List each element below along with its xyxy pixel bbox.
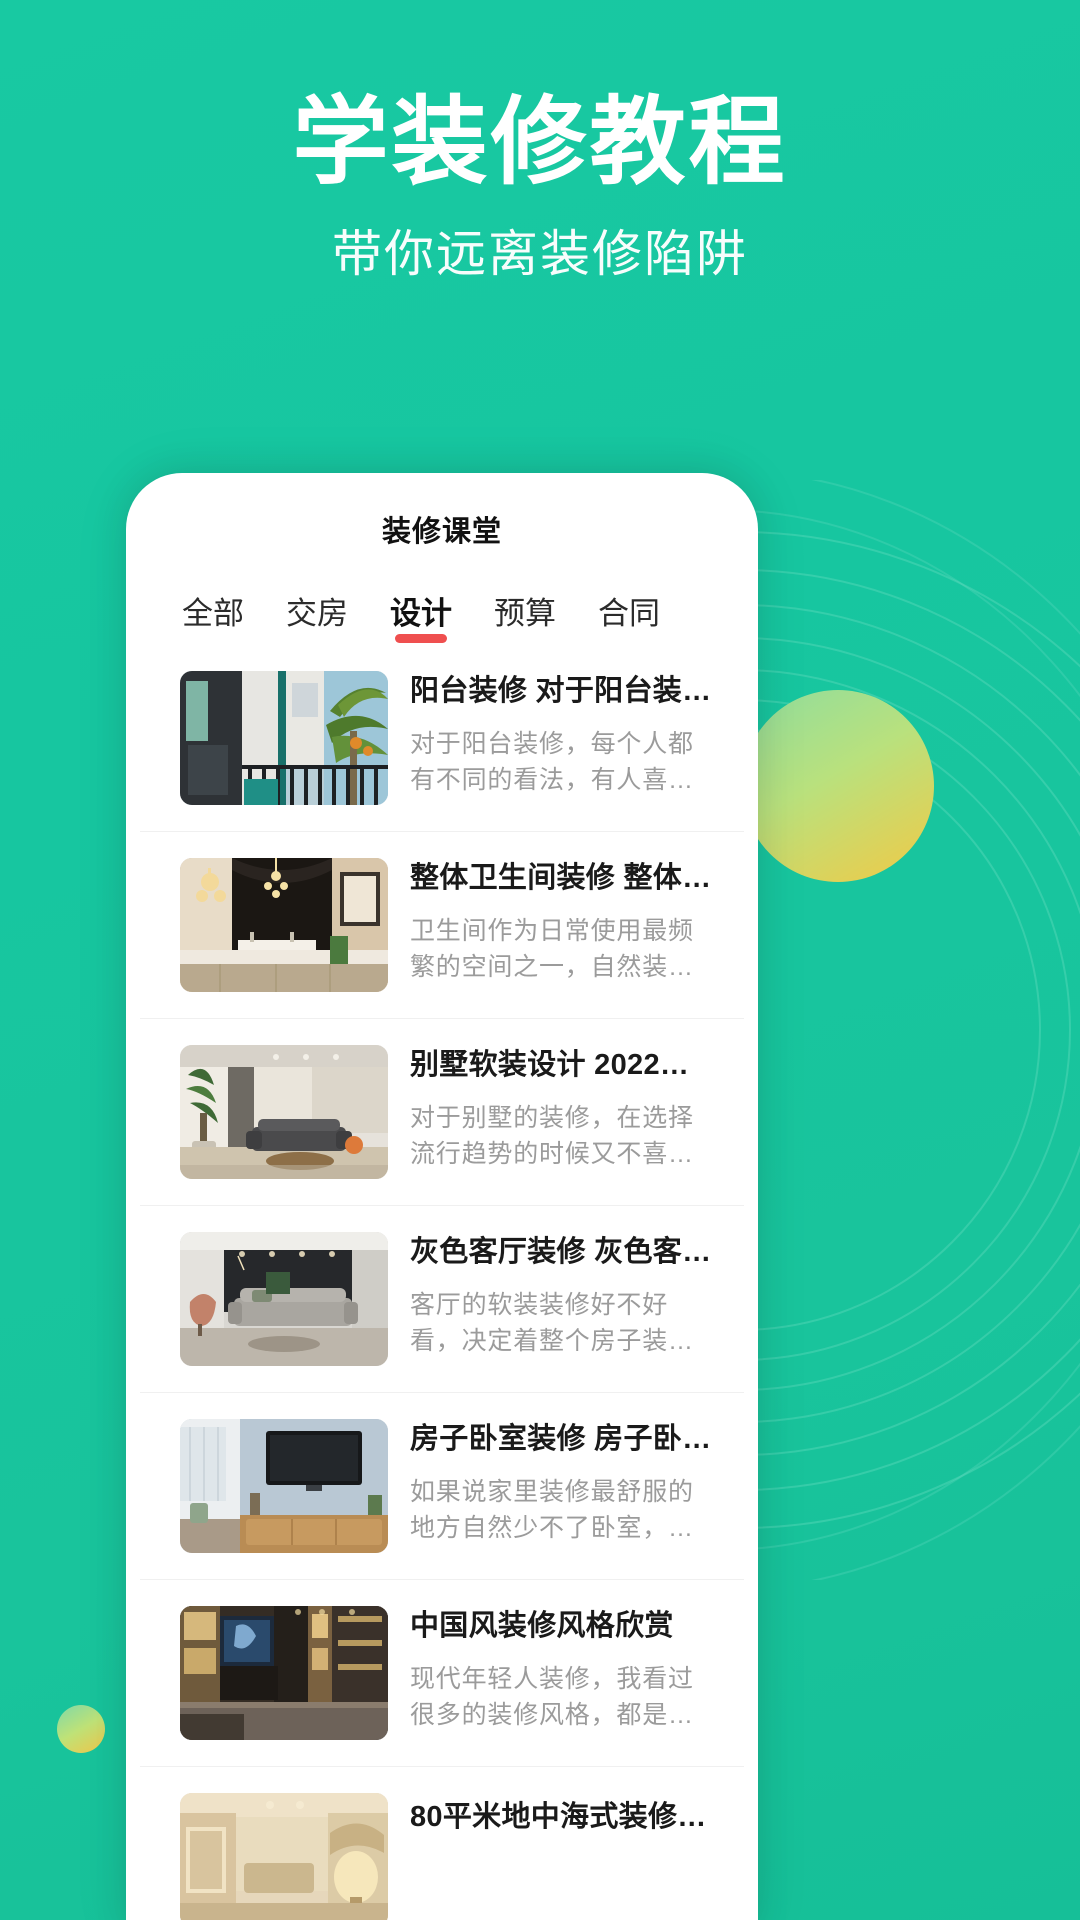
list-item-title: 房子卧室装修 房子卧室装修… bbox=[410, 1423, 718, 1455]
list-item-title: 中国风装修风格欣赏 bbox=[410, 1610, 674, 1642]
list-item-desc: 对于别墅的装修，在选择流行趋势的时候又不喜欢自己的装修随着… bbox=[410, 1104, 694, 1169]
promo-screen: 学装修教程 带你远离装修陷阱 装修课堂 全部 交房 设计 预算 合同 阳台装修 … bbox=[0, 0, 1080, 1920]
page-title: 学装修教程 bbox=[292, 89, 788, 196]
list-item-title: 80平米地中海式装修风格，… bbox=[410, 1801, 718, 1833]
tab-handover[interactable]: 交房 bbox=[265, 598, 369, 645]
thumbnail-grey-living-room bbox=[180, 1232, 388, 1366]
list-item[interactable]: 房子卧室装修 房子卧室装修… 如果说家里装修最舒服的地方自然少不了卧室，传统的搭… bbox=[140, 1393, 744, 1580]
tab-design-label: 设计 bbox=[390, 596, 452, 631]
thumbnail-chinese-style bbox=[180, 1606, 388, 1740]
list-item-text: 中国风装修风格欣赏 现代年轻人装修，我看过很多的装修风格，都是比较喜欢现代风格… bbox=[410, 1606, 718, 1733]
phone-mockup: 装修课堂 全部 交房 设计 预算 合同 阳台装修 对于阳台装修 对于阳台装修，每… bbox=[126, 473, 758, 1920]
tab-all[interactable]: 全部 bbox=[174, 598, 265, 645]
tab-design[interactable]: 设计 bbox=[369, 598, 473, 645]
list-item-desc: 客厅的软装装修好不好看，决定着整个房子装修的结果如何，那么… bbox=[410, 1291, 694, 1356]
thumbnail-bathroom bbox=[180, 858, 388, 992]
tab-all-label: 全部 bbox=[182, 596, 244, 631]
list-item[interactable]: 80平米地中海式装修风格，… bbox=[140, 1767, 744, 1920]
thumbnail-bedroom bbox=[180, 1419, 388, 1553]
thumbnail-balcony bbox=[180, 671, 388, 805]
list-item-desc: 现代年轻人装修，我看过很多的装修风格，都是比较喜欢现代风格… bbox=[410, 1665, 694, 1730]
decorative-circle-small bbox=[57, 1705, 105, 1753]
list-item[interactable]: 别墅软装设计 2022年别墅软… 对于别墅的装修，在选择流行趋势的时候又不喜欢自… bbox=[140, 1019, 744, 1206]
list-item-title: 阳台装修 对于阳台装修封装… bbox=[410, 675, 718, 707]
tab-contract-label: 合同 bbox=[598, 596, 660, 631]
phone-screen: 装修课堂 全部 交房 设计 预算 合同 阳台装修 对于阳台装修 对于阳台装修，每… bbox=[140, 487, 744, 1920]
list-item-title: 别墅软装设计 2022年别墅软… bbox=[410, 1049, 718, 1081]
list-item[interactable]: 中国风装修风格欣赏 现代年轻人装修，我看过很多的装修风格，都是比较喜欢现代风格… bbox=[140, 1580, 744, 1767]
list-item-title: 灰色客厅装修 灰色客厅软装… bbox=[410, 1236, 718, 1268]
tab-budget[interactable]: 预算 bbox=[473, 598, 577, 645]
list-item-text: 阳台装修 对于阳台装修封装… 对于阳台装修，每个人都有不同的看法，有人喜欢养些植… bbox=[410, 671, 718, 798]
tab-budget-label: 预算 bbox=[494, 596, 556, 631]
thumbnail-villa bbox=[180, 1045, 388, 1179]
list-item-text: 别墅软装设计 2022年别墅软… 对于别墅的装修，在选择流行趋势的时候又不喜欢自… bbox=[410, 1045, 718, 1172]
page-subtitle: 带你远离装修陷阱 bbox=[332, 226, 748, 283]
thumbnail-mediterranean bbox=[180, 1793, 388, 1920]
list-item-desc: 卫生间作为日常使用最频繁的空间之一，自然装修需要非常重视，… bbox=[410, 917, 694, 982]
list-item-text: 灰色客厅装修 灰色客厅软装… 客厅的软装装修好不好看，决定着整个房子装修的结果如… bbox=[410, 1232, 718, 1359]
hero-section: 学装修教程 带你远离装修陷阱 bbox=[0, 88, 1080, 284]
category-tabs: 全部 交房 设计 预算 合同 bbox=[140, 571, 744, 645]
app-header: 装修课堂 bbox=[140, 487, 744, 571]
list-item-text: 80平米地中海式装修风格，… bbox=[410, 1793, 718, 1836]
list-item-text: 房子卧室装修 房子卧室装修… 如果说家里装修最舒服的地方自然少不了卧室，传统的搭… bbox=[410, 1419, 718, 1546]
list-item-text: 整体卫生间装修 整体卫生间… 卫生间作为日常使用最频繁的空间之一，自然装修需要非… bbox=[410, 858, 718, 985]
list-item-desc: 如果说家里装修最舒服的地方自然少不了卧室，传统的搭配千篇一… bbox=[410, 1478, 694, 1543]
list-item[interactable]: 灰色客厅装修 灰色客厅软装… 客厅的软装装修好不好看，决定着整个房子装修的结果如… bbox=[140, 1206, 744, 1393]
tab-contract[interactable]: 合同 bbox=[577, 598, 681, 645]
list-item[interactable]: 阳台装修 对于阳台装修封装… 对于阳台装修，每个人都有不同的看法，有人喜欢养些植… bbox=[140, 645, 744, 832]
active-tab-underline bbox=[395, 634, 447, 643]
list-item-desc: 对于阳台装修，每个人都有不同的看法，有人喜欢养些植物陶冶情… bbox=[410, 730, 694, 795]
list-item[interactable]: 整体卫生间装修 整体卫生间… 卫生间作为日常使用最频繁的空间之一，自然装修需要非… bbox=[140, 832, 744, 1019]
article-list: 阳台装修 对于阳台装修封装… 对于阳台装修，每个人都有不同的看法，有人喜欢养些植… bbox=[140, 645, 744, 1920]
tab-handover-label: 交房 bbox=[286, 596, 348, 631]
decorative-circle-large bbox=[742, 690, 934, 882]
list-item-title: 整体卫生间装修 整体卫生间… bbox=[410, 862, 718, 894]
app-header-title: 装修课堂 bbox=[381, 516, 502, 548]
